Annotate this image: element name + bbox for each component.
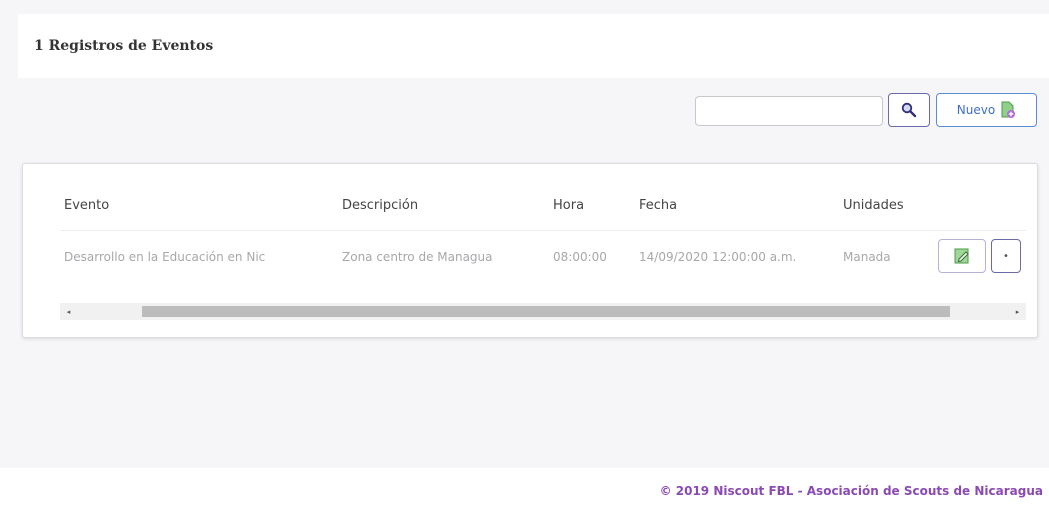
footer-copyright: © 2019 Niscout FBL - Asociación de Scout…: [659, 484, 1043, 498]
header-divider: [60, 230, 1026, 231]
scroll-left-arrow[interactable]: ◂: [60, 303, 77, 320]
edit-icon: [954, 248, 969, 264]
add-document-icon: [1001, 101, 1016, 118]
search-button[interactable]: [888, 93, 930, 127]
edit-button[interactable]: [938, 239, 986, 273]
toolbar: Nuevo: [0, 90, 1049, 140]
page-header: 1 Registros de Eventos: [18, 14, 1049, 78]
column-header-descripcion: Descripción: [342, 198, 419, 213]
column-header-evento: Evento: [64, 198, 110, 213]
new-button-label: Nuevo: [956, 103, 996, 117]
magnifier-icon: [901, 102, 917, 118]
cell-descripcion: Zona centro de Managua: [342, 250, 493, 264]
scroll-right-arrow[interactable]: ▸: [1009, 303, 1026, 320]
events-table: Evento Descripción Hora Fecha Unidades D…: [60, 184, 1026, 296]
scroll-thumb[interactable]: [142, 306, 950, 317]
column-header-unidades: Unidades: [843, 198, 904, 213]
footer: © 2019 Niscout FBL - Asociación de Scout…: [0, 468, 1049, 516]
horizontal-scrollbar[interactable]: ◂ ▸: [60, 303, 1026, 320]
events-card: Evento Descripción Hora Fecha Unidades D…: [22, 163, 1038, 338]
cell-unidades: Manada: [843, 250, 891, 264]
search-input[interactable]: [695, 96, 883, 126]
more-actions-button[interactable]: •: [991, 239, 1021, 273]
more-actions-icon: •: [1003, 250, 1009, 262]
new-button[interactable]: Nuevo: [936, 93, 1037, 127]
cell-hora: 08:00:00: [553, 250, 607, 264]
column-header-fecha: Fecha: [639, 198, 678, 213]
cell-evento: Desarrollo en la Educación en Nic: [64, 250, 266, 264]
page-title: 1 Registros de Eventos: [34, 38, 214, 54]
column-header-hora: Hora: [553, 198, 585, 213]
cell-fecha: 14/09/2020 12:00:00 a.m.: [639, 250, 797, 264]
